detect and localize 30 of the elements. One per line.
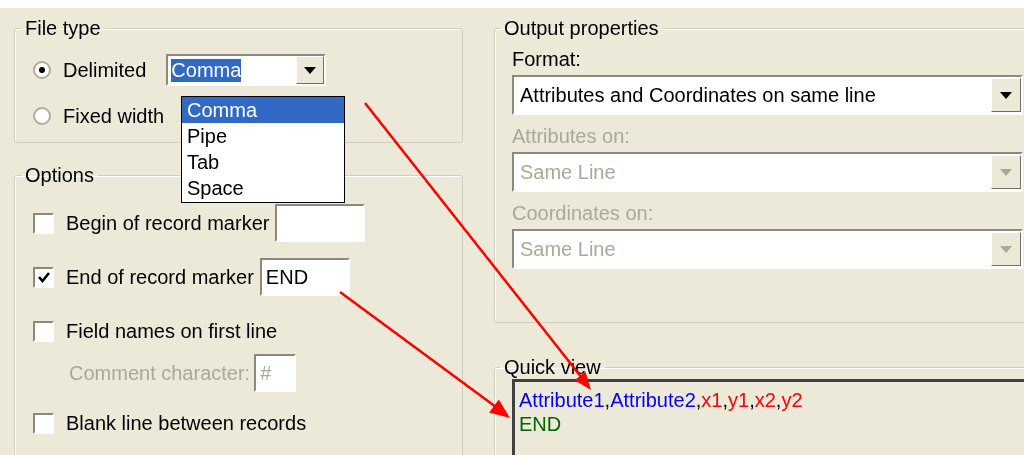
group-title: Output properties [503, 16, 660, 40]
group-title: Options [24, 163, 95, 187]
field-label: Coordinates on: [512, 202, 655, 225]
field-label: Format: [512, 48, 582, 71]
delimiter-dropdown[interactable]: Comma [166, 54, 327, 86]
dropdown-option[interactable]: Tab [182, 149, 344, 175]
checkmark-icon [37, 271, 50, 283]
checkbox-label[interactable]: End of record marker [66, 265, 254, 289]
radio-button[interactable] [33, 107, 51, 125]
checkbox[interactable] [33, 212, 54, 234]
dropdown[interactable]: Attributes and Coordinates on same line [512, 75, 1023, 115]
dropdown-option[interactable]: Space [182, 175, 344, 201]
checkbox[interactable] [33, 320, 54, 342]
radio-label[interactable]: Delimited [63, 58, 147, 82]
text-field[interactable]: END [259, 258, 350, 296]
dropdown-option[interactable]: Comma [182, 97, 344, 123]
field-label: Comment character: [69, 361, 251, 385]
checkbox[interactable] [33, 266, 54, 288]
text-field[interactable] [275, 204, 366, 242]
checkbox-label[interactable]: Field names on first line [66, 319, 278, 343]
dropdown-option[interactable]: Pipe [182, 123, 344, 149]
checkbox-label[interactable]: Blank line between records [66, 411, 307, 435]
preview-line: END [519, 412, 563, 436]
checkbox[interactable] [33, 412, 54, 434]
radio-button[interactable] [33, 61, 51, 79]
preview-line: Attribute1,Attribute2,x1,y1,x2,y2 [519, 388, 804, 412]
field-label: Attributes on: [512, 125, 631, 148]
checkbox-label[interactable]: Begin of record marker [66, 211, 270, 235]
group-title: File type [24, 16, 102, 40]
radio-label[interactable]: Fixed width [63, 104, 165, 128]
